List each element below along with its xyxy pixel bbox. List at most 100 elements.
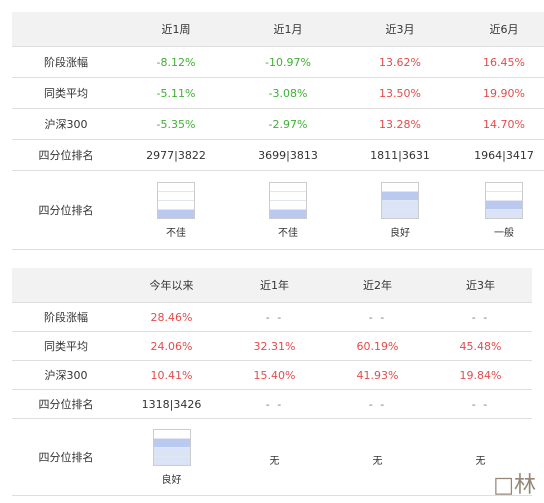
table-row: 沪深300 10.41% 15.40% 41.93% 19.84% — [12, 360, 532, 390]
table-header-row: 近1周 近1月 近3月 近6月 — [12, 12, 544, 47]
quartile-label: 无 — [475, 456, 486, 467]
quartile-segment — [153, 438, 190, 448]
rank-cell: 1318|3426 — [120, 389, 223, 419]
quartile-segment — [153, 447, 190, 457]
value-cell: 32.31% — [223, 331, 326, 361]
header-cell: 近1周 — [120, 12, 232, 47]
value-cell: -2.97% — [232, 108, 344, 140]
value-cell: - - — [223, 302, 326, 332]
value-cell: 13.28% — [344, 108, 456, 140]
header-cell: 近3月 — [344, 12, 456, 47]
quartile-segment — [270, 209, 306, 218]
header-cell: 近6月 — [456, 12, 544, 47]
header-cell — [12, 12, 120, 47]
rank-cell: 1964|3417 — [456, 139, 544, 171]
quartile-segment — [270, 192, 306, 201]
quartile-label: 良好 — [390, 227, 410, 239]
quartile-cell: 无 — [326, 418, 429, 496]
table-row: 四分位排名 1318|3426 - - - - - - — [12, 389, 532, 419]
row-label: 四分位排名 — [12, 139, 120, 171]
value-cell: - - — [326, 302, 429, 332]
quartile-row: 四分位排名 不佳 不佳 良好 一般 — [12, 170, 544, 250]
quartile-label: 一般 — [494, 227, 514, 239]
value-cell: -5.35% — [120, 108, 232, 140]
quartile-segment — [382, 200, 418, 210]
quartile-segment — [158, 183, 194, 192]
value-cell: 15.40% — [223, 360, 326, 390]
quartile-segment — [382, 191, 418, 201]
table-row: 沪深300 -5.35% -2.97% 13.28% 14.70% — [12, 108, 544, 140]
quartile-cell: 不佳 — [120, 170, 232, 250]
header-cell: 近1年 — [223, 268, 326, 303]
quartile-cell: 不佳 — [232, 170, 344, 250]
value-cell: 10.41% — [120, 360, 223, 390]
quartile-segment — [486, 183, 522, 192]
row-label: 沪深300 — [12, 108, 120, 140]
value-cell: 13.50% — [344, 77, 456, 109]
header-cell: 近2年 — [326, 268, 429, 303]
quartile-indicator: 不佳 — [269, 181, 307, 239]
header-cell: 近3年 — [429, 268, 532, 303]
value-cell: 41.93% — [326, 360, 429, 390]
header-cell: 近1月 — [232, 12, 344, 47]
value-cell: 14.70% — [456, 108, 544, 140]
quartile-segment — [486, 192, 522, 201]
quartile-segment — [382, 209, 418, 218]
table-row: 同类平均 -5.11% -3.08% 13.50% 19.90% — [12, 77, 544, 109]
quartile-indicator: 一般 — [485, 181, 523, 239]
value-cell: -5.11% — [120, 77, 232, 109]
value-cell: 19.84% — [429, 360, 532, 390]
value-cell: -3.08% — [232, 77, 344, 109]
row-label: 四分位排名 — [12, 170, 120, 250]
quartile-bar-box — [485, 181, 523, 219]
quartile-row: 四分位排名 良好 无 无 无 — [12, 418, 532, 496]
rank-cell: 3699|3813 — [232, 139, 344, 171]
quartile-indicator: 无 — [373, 447, 383, 467]
quartile-segment — [382, 183, 418, 192]
row-label: 同类平均 — [12, 77, 120, 109]
quartile-segment — [270, 183, 306, 192]
quartile-bar-box — [157, 181, 195, 219]
quartile-segment — [153, 456, 190, 465]
value-cell: 45.48% — [429, 331, 532, 361]
value-cell: 60.19% — [326, 331, 429, 361]
quartile-label: 良好 — [161, 474, 182, 486]
quartile-cell: 良好 — [344, 170, 456, 250]
rank-cell: - - — [223, 389, 326, 419]
quartile-segment — [153, 430, 190, 439]
quartile-bar-box — [269, 181, 307, 219]
quartile-segment — [158, 209, 194, 218]
table-row: 同类平均 24.06% 32.31% 60.19% 45.48% — [12, 331, 532, 361]
row-label: 四分位排名 — [12, 389, 120, 419]
quartile-label: 不佳 — [278, 227, 298, 239]
row-label: 沪深300 — [12, 360, 120, 390]
value-cell: 28.46% — [120, 302, 223, 332]
value-cell: 24.06% — [120, 331, 223, 361]
quartile-label: 无 — [372, 456, 383, 467]
quartile-bar-box — [152, 428, 191, 466]
row-label: 阶段涨幅 — [12, 302, 120, 332]
table-row: 四分位排名 2977|3822 3699|3813 1811|3631 1964… — [12, 139, 544, 171]
quartile-segment — [270, 201, 306, 210]
value-cell: -10.97% — [232, 46, 344, 78]
quartile-segment — [158, 192, 194, 201]
quartile-bar-box — [381, 181, 419, 219]
value-cell: 16.45% — [456, 46, 544, 78]
value-cell: 19.90% — [456, 77, 544, 109]
value-cell: - - — [429, 302, 532, 332]
row-label: 同类平均 — [12, 331, 120, 361]
table-row: 阶段涨幅 28.46% - - - - - - — [12, 302, 532, 332]
quartile-segment — [486, 209, 522, 218]
header-cell: 今年以来 — [120, 268, 223, 303]
quartile-indicator: 良好 — [381, 181, 419, 239]
quartile-indicator: 无 — [270, 447, 280, 467]
quartile-indicator: 无 — [476, 447, 486, 467]
value-cell: 13.62% — [344, 46, 456, 78]
table-header-row: 今年以来 近1年 近2年 近3年 — [12, 268, 532, 303]
performance-table-long-term: 今年以来 近1年 近2年 近3年 阶段涨幅 28.46% - - - - - -… — [12, 268, 532, 496]
quartile-label: 不佳 — [166, 227, 186, 239]
rank-cell: 1811|3631 — [344, 139, 456, 171]
rank-cell: - - — [429, 389, 532, 419]
value-cell: -8.12% — [120, 46, 232, 78]
row-label: 四分位排名 — [12, 418, 120, 496]
